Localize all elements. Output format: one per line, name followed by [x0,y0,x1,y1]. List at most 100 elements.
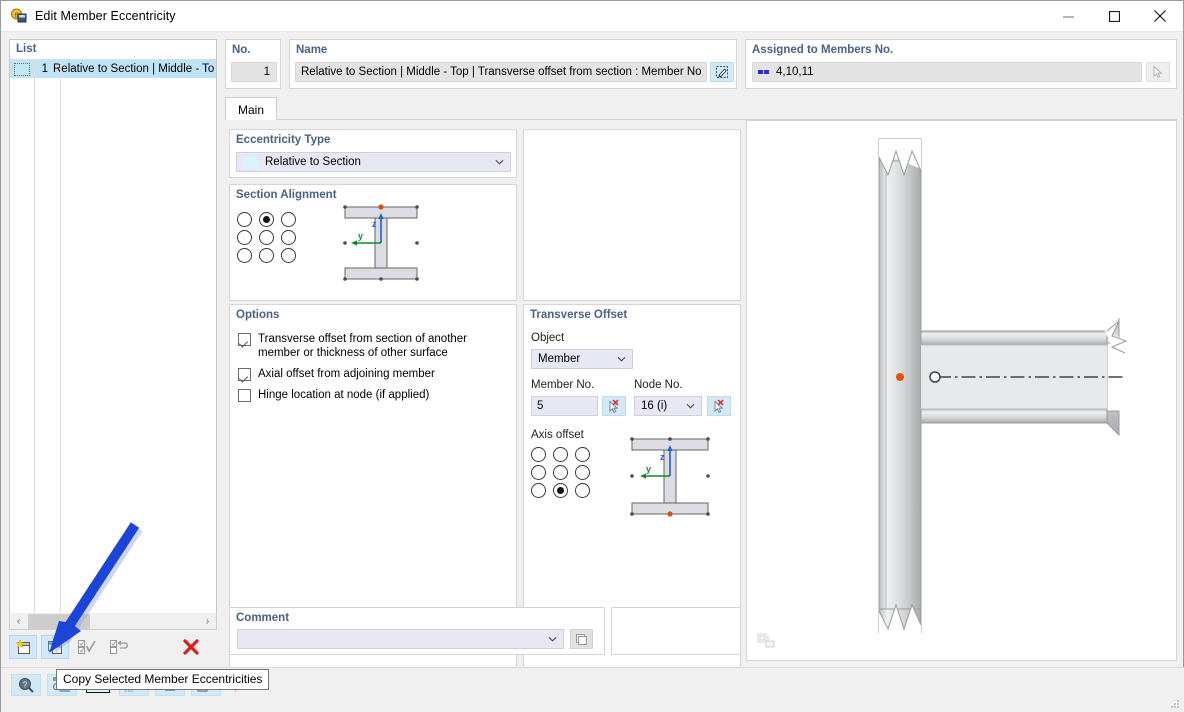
member-no-input[interactable]: 5 [531,396,598,416]
pencil-edit-icon [716,66,728,78]
no-value[interactable]: 1 [231,62,277,82]
axis-offset-radio-8[interactable] [575,483,590,498]
option-label-transverse-offset: Transverse offset from section of anothe… [258,333,468,359]
chevron-down-icon [617,356,626,362]
new-member-eccentricity-button[interactable] [9,635,37,659]
section-alignment-radio-3[interactable] [237,230,252,245]
scrollbar-thumb[interactable] [28,613,90,629]
chevron-down-icon [548,636,557,642]
section-alignment-radio-5[interactable] [281,230,296,245]
section-alignment-radio-0[interactable] [237,212,252,227]
close-button[interactable] [1137,1,1183,32]
copy-comment-icon [576,633,587,645]
comment-side-panel [611,607,741,655]
options-label: Options [236,309,280,321]
edit-member-eccentricity-dialog: 6 Edit Member Eccentricity List 1 Relati… [0,0,1184,712]
section-alignment-group: Section Alignment z y [229,184,517,301]
comment-group: Comment [229,607,605,655]
list-item-label: Relative to Section | Middle - To [53,63,215,75]
option-row-axial-offset[interactable]: Axial offset from adjoining member [238,367,510,381]
axis-offset-radio-6[interactable] [531,483,546,498]
option-checkbox-transverse-offset[interactable] [238,333,251,346]
list-header: List [10,40,216,60]
svg-text:z: z [372,219,377,229]
window-title: Edit Member Eccentricity [35,9,176,23]
comment-copy-button[interactable] [570,629,593,649]
assigned-members-pick-button[interactable] [1146,62,1170,82]
pick-cursor-icon [609,399,619,413]
section-alignment-radio-6[interactable] [237,248,252,263]
name-label: Name [296,44,328,56]
maximize-button[interactable] [1091,1,1137,32]
comment-input[interactable] [237,629,564,649]
member-no-label: Member No. [531,379,595,391]
option-checkbox-axial-offset[interactable] [238,368,251,381]
minimize-button[interactable] [1045,1,1091,32]
axis-offset-radio-0[interactable] [531,447,546,462]
option-checkbox-hinge-location[interactable] [238,389,251,402]
option-row-hinge-location[interactable]: Hinge location at node (if applied) [238,388,510,402]
comment-label: Comment [236,612,290,624]
node-no-label: Node No. [634,379,683,391]
node-no-pick-button[interactable] [707,396,731,416]
copy-selected-member-eccentricities-button[interactable] [41,635,69,659]
node-no-select[interactable]: 16 (i) [634,396,702,416]
section-alignment-radio-grid [237,212,300,263]
section-alignment-radio-8[interactable] [281,248,296,263]
list-item[interactable]: 1 Relative to Section | Middle - To [10,60,216,78]
svg-text:?: ? [23,681,28,690]
axis-offset-radio-4[interactable] [553,465,568,480]
help-button[interactable]: ? [11,674,41,696]
tab-main[interactable]: Main [225,97,278,121]
app-icon: 6 [10,7,28,25]
assigned-members-label: Assigned to Members No. [752,44,894,56]
axis-offset-radio-7[interactable] [553,483,568,498]
axis-offset-radio-grid [531,447,594,498]
upper-middle-empty-panel [523,129,741,301]
axis-offset-radio-5[interactable] [575,465,590,480]
assigned-members-input[interactable]: 4,10,11 [752,62,1142,82]
swap-check-icon [110,640,128,654]
chevron-down-icon [495,159,504,165]
list-toolbar [9,633,217,661]
list-item-color-swatch[interactable] [14,62,30,76]
check-list-icon [78,640,96,654]
render-settings-icon[interactable] [757,632,777,650]
option-label-hinge-location: Hinge location at node (if applied) [258,389,430,401]
name-edit-button[interactable] [710,62,734,82]
eccentricity-type-select[interactable]: Relative to Section [236,152,511,172]
section-alignment-radio-4[interactable] [259,230,274,245]
toolbar-tooltip: Copy Selected Member Eccentricities [56,669,270,690]
preview-drawing [878,138,1128,649]
axis-offset-radio-1[interactable] [553,447,568,462]
option-row-transverse-offset[interactable]: Transverse offset from section of anothe… [238,332,510,360]
assigned-members-value: 4,10,11 [776,66,814,78]
window-controls [1045,1,1183,32]
scroll-right-arrow-icon[interactable]: › [199,616,216,627]
node-no-value: 16 (i) [641,400,668,412]
object-select[interactable]: Member [531,349,633,369]
section-alignment-label: Section Alignment [236,189,337,201]
list-item-number: 1 [41,63,48,75]
section-alignment-radio-7[interactable] [259,248,274,263]
section-alignment-radio-1[interactable] [259,212,274,227]
list-horizontal-scrollbar[interactable]: ‹ › [9,613,217,630]
name-input[interactable]: Relative to Section | Middle - Top | Tra… [295,62,707,82]
title-bar: 6 Edit Member Eccentricity [1,1,1183,32]
axis-offset-radio-3[interactable] [531,465,546,480]
scroll-left-arrow-icon[interactable]: ‹ [10,616,27,627]
section-alignment-radio-2[interactable] [281,212,296,227]
list-column-separator-2 [60,61,61,624]
select-all-button[interactable] [73,635,101,659]
axis-offset-radio-2[interactable] [575,447,590,462]
member-eccentricity-3d-preview[interactable] [746,120,1177,661]
invert-selection-button[interactable] [105,635,133,659]
delete-button[interactable] [177,635,205,659]
resize-grip-icon[interactable] [1169,698,1181,710]
eccentricity-type-label: Eccentricity Type [236,134,331,146]
assigned-members-group: Assigned to Members No. 4,10,11 [745,39,1177,89]
name-group: Name Relative to Section | Middle - Top … [289,39,737,89]
svg-text:y: y [646,464,651,474]
member-no-pick-button[interactable] [602,396,626,416]
red-x-icon [183,639,199,655]
